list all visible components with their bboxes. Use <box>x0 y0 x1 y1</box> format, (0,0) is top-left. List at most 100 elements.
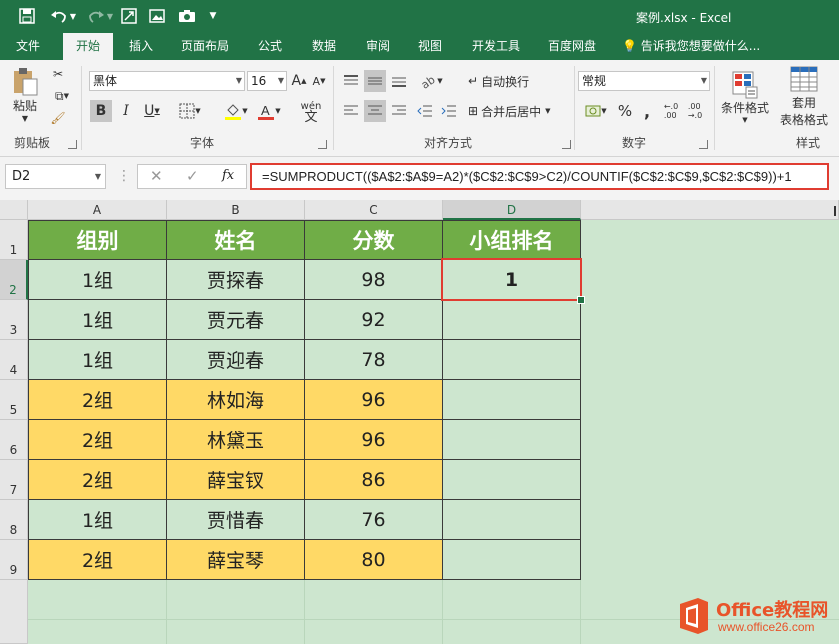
rank-cell[interactable] <box>443 500 581 540</box>
font-size-select[interactable]: 16 ▼ <box>247 71 287 91</box>
align-right-icon[interactable] <box>388 100 410 122</box>
row-header-1[interactable]: 1 <box>0 220 28 260</box>
copy-icon[interactable]: ⧉ ▼ <box>48 86 76 106</box>
formula-input[interactable]: =SUMPRODUCT(($A$2:$A$9=A2)*($C$2:$C$9>C2… <box>250 163 829 190</box>
form-icon[interactable] <box>118 6 140 26</box>
table-cell[interactable]: 1组 <box>28 340 167 380</box>
grow-font-button[interactable]: A ▲ <box>291 71 307 91</box>
table-cell[interactable]: 2组 <box>28 380 167 420</box>
increase-decimal-icon[interactable]: ←.0.00 <box>660 100 682 122</box>
picture-icon[interactable] <box>146 6 168 26</box>
phonetic-button[interactable]: wén 文 <box>296 100 326 124</box>
merge-center-button[interactable]: ⊞ 合并后居中 ▼ <box>468 100 568 122</box>
table-cell[interactable]: 1组 <box>28 500 167 540</box>
align-top-icon[interactable] <box>340 70 362 92</box>
conditional-formatting-button[interactable]: 条件格式 ▼ <box>718 64 772 130</box>
font-name-select[interactable]: 黑体 ▼ <box>89 71 245 91</box>
row-header-7[interactable]: 7 <box>0 460 28 500</box>
align-bottom-icon[interactable] <box>388 70 410 92</box>
redo-icon[interactable]: ▼ <box>86 6 114 26</box>
row-header-5[interactable]: 5 <box>0 380 28 420</box>
row-header-10[interactable] <box>0 580 28 644</box>
format-painter-icon[interactable]: 🖌 <box>48 108 68 128</box>
table-cell[interactable]: 林如海 <box>167 380 305 420</box>
comma-button[interactable]: , <box>638 100 656 122</box>
table-cell[interactable]: 贾探春 <box>167 260 305 300</box>
table-cell[interactable]: 2组 <box>28 460 167 500</box>
table-cell[interactable]: 林黛玉 <box>167 420 305 460</box>
italic-button[interactable]: I <box>116 100 136 122</box>
tab-page-layout[interactable]: 页面布局 <box>172 33 238 60</box>
table-cell[interactable]: 1组 <box>28 300 167 340</box>
underline-button[interactable]: U ▼ <box>140 100 164 122</box>
tab-view[interactable]: 视图 <box>408 33 452 60</box>
insert-function-button[interactable]: fx <box>222 168 234 183</box>
rank-cell[interactable] <box>443 420 581 460</box>
header-cell-score[interactable]: 分数 <box>305 220 443 260</box>
paste-button[interactable]: 粘贴 ▼ <box>8 66 42 124</box>
table-cell[interactable]: 86 <box>305 460 443 500</box>
column-header-d[interactable]: D <box>443 200 581 220</box>
table-cell[interactable]: 92 <box>305 300 443 340</box>
format-as-table-button[interactable]: 套用 表格格式 <box>774 64 834 130</box>
row-header-6[interactable]: 6 <box>0 420 28 460</box>
fill-handle[interactable] <box>577 296 585 304</box>
tab-home[interactable]: 开始 <box>63 33 113 60</box>
decrease-decimal-icon[interactable]: .00 →.0 <box>684 100 706 122</box>
row-header-4[interactable]: 4 <box>0 340 28 380</box>
undo-icon[interactable]: ▼ <box>48 6 78 26</box>
table-cell[interactable]: 2组 <box>28 420 167 460</box>
align-left-icon[interactable] <box>340 100 362 122</box>
table-cell[interactable]: 96 <box>305 380 443 420</box>
table-cell[interactable]: 1组 <box>28 260 167 300</box>
header-cell-rank[interactable]: 小组排名 <box>443 220 581 260</box>
rank-cell[interactable] <box>443 300 581 340</box>
number-launcher-icon[interactable] <box>699 140 708 149</box>
tab-file[interactable]: 文件 <box>6 33 50 60</box>
column-header-a[interactable]: A <box>28 200 167 220</box>
camera-icon[interactable] <box>176 6 198 26</box>
tab-formulas[interactable]: 公式 <box>248 33 292 60</box>
fill-color-button[interactable]: ▼ <box>220 100 252 122</box>
enter-check-icon[interactable]: ✓ <box>186 167 199 185</box>
column-header-c[interactable]: C <box>305 200 443 220</box>
row-header-3[interactable]: 3 <box>0 300 28 340</box>
rank-cell[interactable] <box>443 460 581 500</box>
table-cell[interactable]: 贾惜春 <box>167 500 305 540</box>
table-cell[interactable]: 98 <box>305 260 443 300</box>
header-cell-name[interactable]: 姓名 <box>167 220 305 260</box>
table-cell[interactable]: 78 <box>305 340 443 380</box>
borders-button[interactable]: ▼ <box>172 100 208 122</box>
column-header-e[interactable] <box>581 200 839 220</box>
tab-baidu-netdisk[interactable]: 百度网盘 <box>540 33 604 60</box>
select-all-corner[interactable] <box>0 200 28 220</box>
save-icon[interactable] <box>16 6 38 26</box>
bold-button[interactable]: B <box>90 100 112 122</box>
orientation-icon[interactable]: ab ▼ <box>416 70 446 92</box>
row-header-9[interactable]: 9 <box>0 540 28 580</box>
table-cell[interactable]: 贾元春 <box>167 300 305 340</box>
customize-icon[interactable]: ▼ <box>206 6 220 26</box>
alignment-launcher-icon[interactable] <box>562 140 571 149</box>
rank-cell[interactable] <box>443 340 581 380</box>
tab-data[interactable]: 数据 <box>302 33 346 60</box>
column-header-b[interactable]: B <box>167 200 305 220</box>
cut-icon[interactable]: ✂ <box>48 64 68 84</box>
font-launcher-icon[interactable] <box>318 140 327 149</box>
decrease-indent-icon[interactable] <box>414 100 436 122</box>
clipboard-launcher-icon[interactable] <box>68 140 77 149</box>
rank-cell[interactable] <box>443 540 581 580</box>
percent-button[interactable]: % <box>614 100 636 122</box>
header-cell-group[interactable]: 组别 <box>28 220 167 260</box>
cancel-icon[interactable]: ✕ <box>150 167 163 185</box>
table-cell[interactable]: 76 <box>305 500 443 540</box>
row-header-2[interactable]: 2 <box>0 260 28 300</box>
table-cell[interactable]: 96 <box>305 420 443 460</box>
name-box[interactable]: D2 ▼ <box>5 164 106 189</box>
table-cell[interactable]: 2组 <box>28 540 167 580</box>
align-middle-icon[interactable] <box>364 70 386 92</box>
table-cell[interactable]: 薛宝琴 <box>167 540 305 580</box>
splitter-icon[interactable]: ⋮ <box>117 168 131 184</box>
increase-indent-icon[interactable] <box>438 100 460 122</box>
wrap-text-button[interactable]: ↵ 自动换行 <box>468 70 548 92</box>
